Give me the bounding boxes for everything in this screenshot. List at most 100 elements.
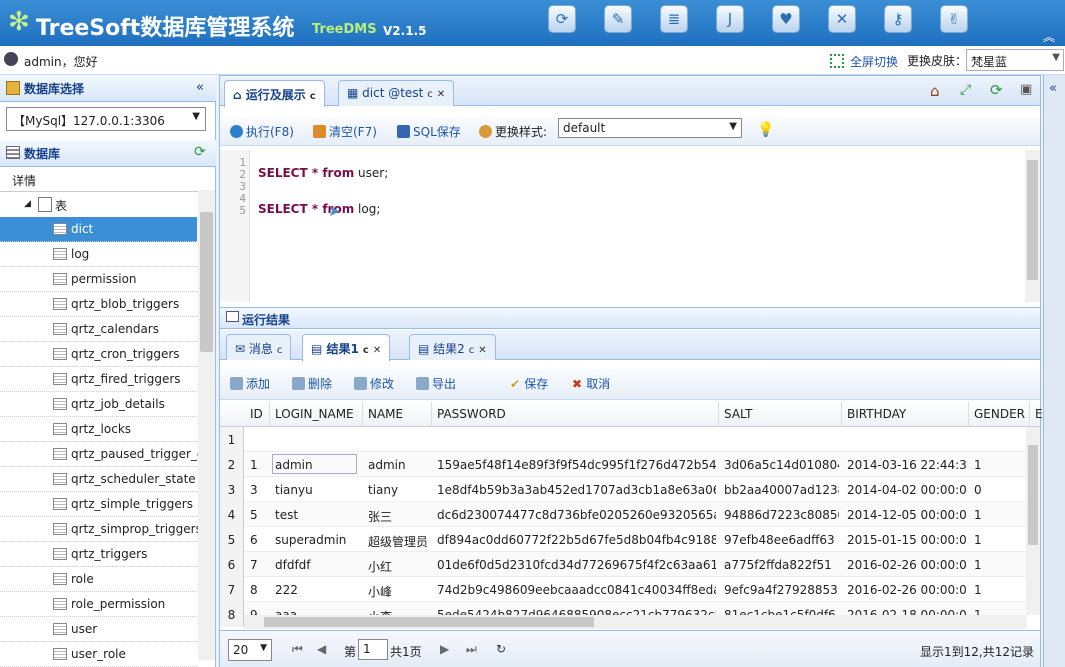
db-connection-select[interactable]: 【MySql】127.0.0.1:3306 ▼ (6, 107, 206, 131)
table-cell[interactable]: 3 (250, 483, 267, 497)
refresh-icon[interactable]: ⟳ (194, 144, 206, 160)
chart-icon[interactable]: ✎ (604, 5, 632, 33)
column-header[interactable]: PASSWORD (437, 407, 506, 421)
table-cell[interactable]: 9efc9a4f27928853 (724, 583, 839, 597)
tree-item-role[interactable]: role (0, 567, 197, 592)
skin-select[interactable]: 梵星蓝 ▼ (966, 49, 1064, 71)
table-node-label[interactable]: 表 (55, 197, 67, 214)
table-row[interactable]: 3 3 tianyu tiany 1e8df4b59b3a3ab452ed1707ad3… (220, 477, 1028, 502)
tree-item-qrtz-calendars[interactable]: qrtz_calendars (0, 317, 197, 342)
expand-right-icon[interactable]: « (1049, 81, 1057, 96)
reload-icon[interactable]: c (427, 89, 433, 100)
page-number-input[interactable]: 1 (358, 639, 388, 660)
table-cell[interactable]: 1 (974, 508, 1027, 522)
left-scrollbar[interactable] (198, 190, 215, 660)
tree-item-role-permission[interactable]: role_permission (0, 592, 197, 617)
table-cell[interactable]: admin (368, 458, 429, 472)
tree-item-qrtz-fired-triggers[interactable]: qrtz_fired_triggers (0, 367, 197, 392)
table-cell[interactable]: 1 (250, 458, 267, 472)
grid-horizontal-scrollbar[interactable] (244, 615, 1026, 629)
table-row[interactable]: 4 5 test 张三 dc6d230074477c8d736bfe0205260e93… (220, 502, 1028, 527)
table-row[interactable]: 5 6 superadmin 超级管理员 df894ac0dd60772f22b5d67… (220, 527, 1028, 552)
column-header[interactable]: BIRTHDAY (847, 407, 906, 421)
grid-vertical-scrollbar[interactable] (1026, 427, 1040, 615)
table-cell[interactable]: 3d06a5c14d010804 (724, 458, 839, 472)
table-cell[interactable]: 2016-02-26 00:00:00 (847, 558, 966, 572)
clear-button[interactable]: 清空(F7) (313, 123, 377, 140)
scrollbar-thumb[interactable] (200, 212, 213, 352)
table-cell[interactable]: 159ae5f48f14e89f3f9f54dc995f1f276d472b54 (437, 458, 716, 472)
detail-link[interactable]: 详情 (12, 172, 36, 189)
save-button[interactable]: ✔ 保存 (510, 375, 548, 392)
table-cell[interactable]: 0 (974, 483, 1027, 497)
tree-item-qrtz-scheduler-state[interactable]: qrtz_scheduler_state (0, 467, 197, 492)
heart-icon[interactable]: ♥ (772, 5, 800, 33)
tree-item-qrtz-locks[interactable]: qrtz_locks (0, 417, 197, 442)
table-cell[interactable]: 2014-03-16 22:44:39 (847, 458, 966, 472)
table-cell[interactable]: superadmin (275, 533, 360, 547)
tree-item-qrtz-simple-triggers[interactable]: qrtz_simple_triggers (0, 492, 197, 517)
table-cell[interactable]: 222 (275, 583, 360, 597)
table-cell[interactable]: 2014-12-05 00:00:00 (847, 508, 966, 522)
table-cell[interactable]: 01de6f0d5d2310fcd34d77269675f4f2c63aa614 (437, 558, 716, 572)
next-page-icon[interactable]: ▶ (440, 642, 449, 656)
java-icon[interactable]: J (716, 5, 744, 33)
table-cell[interactable]: 7 (250, 558, 267, 572)
table-row[interactable]: 2 1 admin admin 159ae5f48f14e89f3f9f54dc995f… (220, 452, 1028, 477)
style-select[interactable]: default ▼ (558, 118, 742, 138)
table-cell[interactable]: 1 (974, 558, 1027, 572)
column-header[interactable]: E (1035, 407, 1043, 421)
lightbulb-icon[interactable]: 💡 (757, 122, 774, 138)
export-button[interactable]: 导出 (416, 375, 456, 392)
tree-item-qrtz-blob-triggers[interactable]: qrtz_blob_triggers (0, 292, 197, 317)
table-cell[interactable]: 6 (250, 533, 267, 547)
table-cell[interactable]: 2016-02-26 00:00:00 (847, 583, 966, 597)
tab-messages[interactable]: ✉ 消息 c (226, 334, 292, 360)
table-cell[interactable]: 2015-01-15 00:00:00 (847, 533, 966, 547)
table-cell[interactable]: 张三 (368, 508, 429, 525)
scrollbar-thumb[interactable] (264, 617, 594, 627)
table-row[interactable]: 6 7 dfdfdf 小红 01de6f0d5d2310fcd34d77269675f4… (220, 552, 1028, 577)
column-header[interactable]: ID (250, 407, 263, 421)
table-row[interactable]: 7 8 222 小峰 74d2b9c498609eebcaaadcc0841c40034… (220, 577, 1028, 602)
fullscreen-toggle[interactable]: 全屏切换 (850, 53, 898, 70)
tab-result1[interactable]: ▤ 结果1 c ✕ (302, 334, 391, 361)
reload-icon[interactable]: c (277, 345, 283, 356)
user-settings-icon[interactable]: ✌ (940, 5, 968, 33)
refresh-icon[interactable]: ⟳ (548, 5, 576, 33)
collapse-left-icon[interactable]: « (196, 80, 204, 95)
table-cell[interactable]: dc6d230074477c8d736bfe0205260e9320565aa6 (437, 508, 716, 522)
table-cell[interactable]: 小峰 (368, 583, 429, 600)
close-icon[interactable]: ✕ (437, 89, 445, 100)
table-cell[interactable]: 1 (974, 458, 1027, 472)
reload-icon[interactable]: c (363, 345, 369, 356)
sql-editor[interactable]: 1 2 3 4 5 SELECT * from user; SELECT * f… (220, 150, 1040, 302)
reload-icon[interactable]: c (469, 345, 475, 356)
tree-item-qrtz-cron-triggers[interactable]: qrtz_cron_triggers (0, 342, 197, 367)
table-cell[interactable]: 超级管理员 (368, 533, 429, 550)
scrollbar-thumb[interactable] (1028, 445, 1038, 545)
tree-item-qrtz-simprop-triggers[interactable]: qrtz_simprop_triggers (0, 517, 202, 542)
tree-item-qrtz-job-details[interactable]: qrtz_job_details (0, 392, 197, 417)
cancel-button[interactable]: ✖ 取消 (572, 375, 610, 392)
table-row[interactable]: 1 (220, 427, 1028, 452)
tools-icon[interactable]: ✕ (828, 5, 856, 33)
table-cell[interactable]: 8 (250, 583, 267, 597)
key-icon[interactable]: ⚷ (884, 5, 912, 33)
table-cell[interactable]: bb2aa40007ad1238 (724, 483, 839, 497)
first-page-icon[interactable]: ⏮ (292, 642, 303, 657)
editor-scrollbar[interactable] (1025, 150, 1040, 302)
table-cell[interactable]: 97efb48ee6adff63 (724, 533, 839, 547)
table-cell[interactable]: 1e8df4b59b3a3ab452ed1707ad3cb1a8e63a0630 (437, 483, 716, 497)
table-cell[interactable]: 74d2b9c498609eebcaaadcc0841c40034ff8eda0 (437, 583, 716, 597)
table-cell[interactable]: admin (272, 454, 357, 474)
table-cell[interactable]: 5 (250, 508, 267, 522)
table-cell[interactable]: df894ac0dd60772f22b5d67fe5d8b04fb4c9188d (437, 533, 716, 547)
collapse-header-icon[interactable]: ︽ (1043, 28, 1055, 45)
table-cell[interactable]: 94886d7223c80850 (724, 508, 839, 522)
edit-button[interactable]: 修改 (354, 375, 394, 392)
fullscreen-icon[interactable] (830, 54, 844, 68)
tree-item-qrtz-paused-trigger-g[interactable]: qrtz_paused_trigger_g (0, 442, 205, 467)
refresh-icon[interactable]: ↻ (496, 642, 506, 656)
tree-item-qrtz-triggers[interactable]: qrtz_triggers (0, 542, 197, 567)
